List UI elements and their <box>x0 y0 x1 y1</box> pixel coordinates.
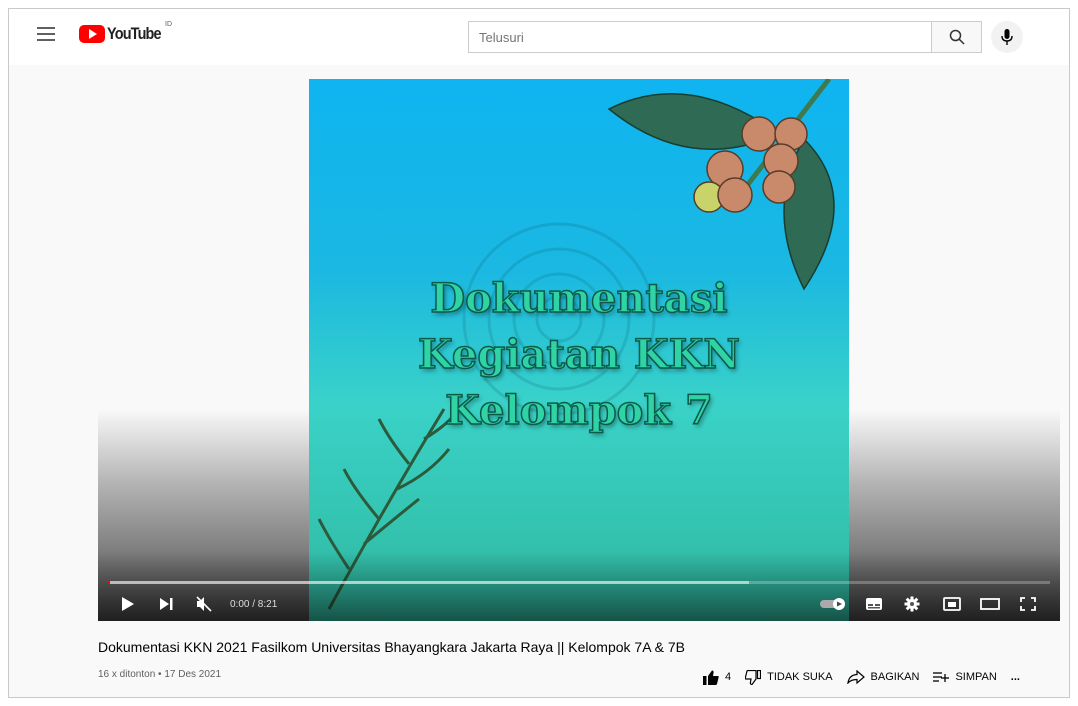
more-actions-button[interactable]: ... <box>1011 671 1020 683</box>
progress-bar[interactable] <box>108 581 1050 584</box>
theater-mode-icon <box>980 598 1000 610</box>
youtube-play-logo-icon <box>79 25 105 43</box>
settings-button[interactable] <box>900 592 924 616</box>
masthead: YouTube ID <box>9 9 1069 65</box>
progress-buffered <box>108 581 749 584</box>
dislike-label: TIDAK SUKA <box>767 671 833 683</box>
youtube-logo[interactable]: YouTube ID <box>79 21 172 49</box>
video-stats: 16 x ditonton • 17 Des 2021 <box>98 669 222 680</box>
theater-mode-button[interactable] <box>978 592 1002 616</box>
video-frame[interactable]: Dokumentasi Kegiatan KKN Kelompok 7 <box>309 79 849 621</box>
divider <box>98 697 1060 698</box>
play-icon <box>122 597 134 611</box>
overlay-line-3: Kelompok 7 <box>444 386 713 435</box>
voice-search-button[interactable] <box>991 21 1023 53</box>
save-button[interactable]: SIMPAN <box>933 671 997 683</box>
like-count: 4 <box>725 671 732 683</box>
next-button[interactable] <box>156 592 176 616</box>
search-input[interactable] <box>468 21 932 53</box>
gear-icon <box>904 596 920 612</box>
fullscreen-icon <box>1020 597 1036 611</box>
like-button[interactable]: 4 <box>703 670 731 685</box>
skip-next-icon <box>160 598 173 610</box>
video-actions: 4 TIDAK SUKA BAGIKAN SIMPAN ... <box>703 666 1034 688</box>
thumbs-down-icon <box>745 669 762 685</box>
subtitles-button[interactable] <box>862 592 886 616</box>
overlay-line-2: Kegiatan KKN <box>417 330 740 379</box>
more-icon: ... <box>1010 671 1020 683</box>
dislike-button[interactable]: TIDAK SUKA <box>745 669 833 685</box>
logo-text: YouTube <box>107 24 162 43</box>
autoplay-toggle[interactable] <box>818 592 848 616</box>
volume-muted-icon <box>196 596 212 612</box>
mute-button[interactable] <box>194 592 214 616</box>
fullscreen-button[interactable] <box>1016 592 1040 616</box>
browser-viewport: YouTube ID Telusuri Dokumentasi Kegiatan… <box>8 8 1070 698</box>
time-display: 0:00 / 8:21 <box>230 599 278 610</box>
share-icon <box>846 670 865 684</box>
thumbs-up-icon <box>703 670 719 685</box>
video-overlay-title: Dokumentasi Kegiatan KKN Kelompok 7 <box>309 271 849 439</box>
play-button[interactable] <box>118 592 138 616</box>
video-title: Dokumentasi KKN 2021 Fasilkom Universita… <box>98 639 685 655</box>
autoplay-toggle-icon <box>820 598 845 610</box>
microphone-icon <box>1001 29 1013 45</box>
subtitles-icon <box>866 598 882 610</box>
share-button[interactable]: BAGIKAN <box>846 670 920 684</box>
share-label: BAGIKAN <box>870 671 920 683</box>
add-to-playlist-icon <box>933 672 950 682</box>
overlay-line-1: Dokumentasi <box>430 274 729 323</box>
search-button[interactable] <box>932 21 982 53</box>
menu-icon[interactable] <box>37 27 55 41</box>
save-label: SIMPAN <box>955 671 997 683</box>
player-controls: 0:00 / 8:21 <box>98 587 1060 621</box>
search-icon <box>949 29 965 45</box>
miniplayer-button[interactable] <box>940 592 964 616</box>
video-player[interactable]: Dokumentasi Kegiatan KKN Kelompok 7 0:00… <box>98 79 1060 621</box>
progress-played <box>108 581 110 584</box>
region-code: ID <box>165 21 172 28</box>
miniplayer-icon <box>943 597 961 611</box>
